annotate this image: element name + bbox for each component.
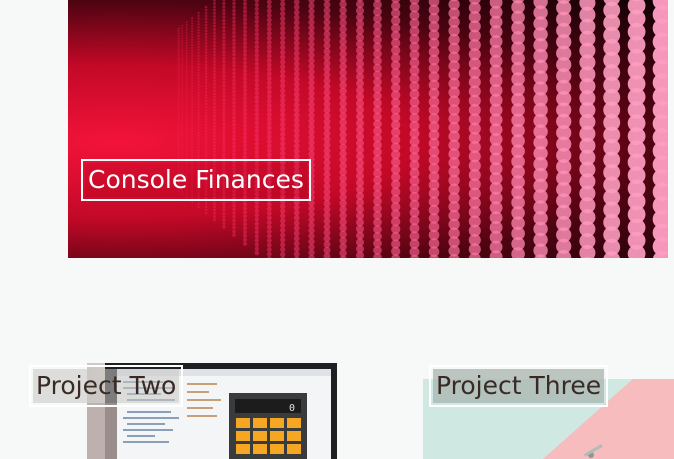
project-three-title[interactable]: Project Three <box>428 365 609 407</box>
featured-project-title[interactable]: Console Finances <box>81 159 311 201</box>
svg-text:0: 0 <box>289 403 295 414</box>
portfolio-page: Console Finances 0 Project Two Project T… <box>0 0 674 459</box>
project-two-title[interactable]: Project Two <box>28 365 184 407</box>
led-dot-matrix-image <box>177 0 668 258</box>
featured-project-card[interactable]: Console Finances <box>68 0 668 258</box>
